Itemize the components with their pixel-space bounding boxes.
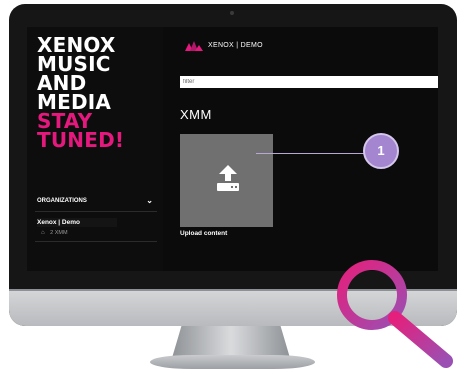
main-panel: XENOX | DEMO XMM Upload content 1 bbox=[163, 27, 438, 271]
filter-input[interactable] bbox=[180, 76, 438, 88]
divider bbox=[35, 241, 157, 242]
hero-line-accent: TUNED! bbox=[37, 128, 125, 152]
callout-line bbox=[256, 153, 366, 154]
org-name: Xenox | Demo bbox=[37, 219, 80, 226]
sidebar-item-org[interactable]: Xenox | Demo bbox=[37, 218, 117, 227]
screen: XENOX MUSIC AND MEDIA STAY TUNED! ORGANI… bbox=[27, 27, 438, 271]
divider bbox=[35, 211, 157, 212]
sub-item-label: 2 XMM bbox=[50, 230, 68, 236]
callout-badge: 1 bbox=[363, 133, 399, 169]
camera-dot bbox=[230, 11, 234, 15]
upload-label[interactable]: Upload content bbox=[180, 230, 227, 237]
home-icon: ⌂ bbox=[41, 230, 45, 236]
organizations-header[interactable]: ORGANIZATIONS ⌄ bbox=[37, 196, 157, 205]
hero-text: XENOX MUSIC AND MEDIA STAY TUNED! bbox=[37, 35, 125, 152]
organizations-label: ORGANIZATIONS bbox=[37, 198, 87, 204]
top-bar: XENOX | DEMO bbox=[163, 27, 438, 64]
magnifier-icon bbox=[337, 260, 453, 368]
monitor-stand-foot bbox=[150, 355, 315, 369]
sidebar-subitem-xmm[interactable]: ⌂ 2 XMM bbox=[41, 230, 68, 236]
section-title: XMM bbox=[180, 107, 212, 122]
upload-tile[interactable] bbox=[180, 134, 273, 227]
sidebar: XENOX MUSIC AND MEDIA STAY TUNED! ORGANI… bbox=[27, 27, 163, 271]
monitor-stand-neck bbox=[172, 326, 290, 358]
upload-icon bbox=[217, 165, 239, 191]
brand-name[interactable]: XENOX | DEMO bbox=[208, 42, 263, 49]
chevron-down-icon[interactable]: ⌄ bbox=[146, 196, 153, 205]
logo-icon[interactable] bbox=[185, 41, 203, 51]
